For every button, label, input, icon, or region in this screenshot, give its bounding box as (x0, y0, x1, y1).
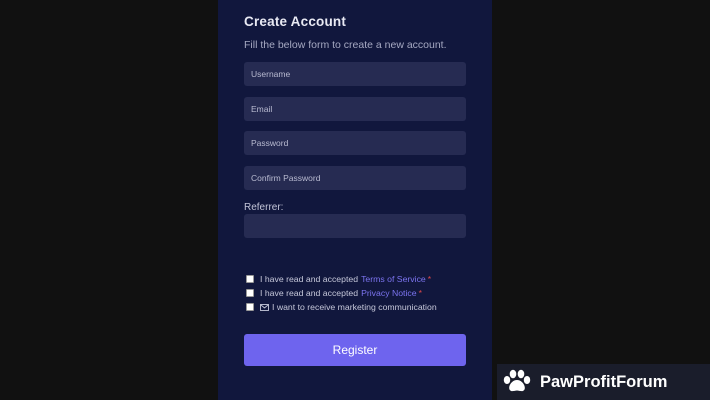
marketing-row: I want to receive marketing communicatio… (246, 301, 437, 313)
form-title: Create Account (244, 14, 347, 29)
privacy-notice-link[interactable]: Privacy Notice (361, 288, 417, 298)
privacy-row: I have read and accepted Privacy Notice … (246, 287, 422, 299)
terms-of-service-link[interactable]: Terms of Service (361, 274, 426, 284)
watermark-name: PawProfitForum (540, 372, 668, 391)
terms-text: I have read and accepted (260, 274, 359, 284)
paw-icon (502, 369, 532, 395)
register-button[interactable]: Register (244, 334, 466, 366)
privacy-checkbox[interactable] (246, 289, 254, 297)
referrer-label: Referrer: (244, 202, 284, 213)
mail-icon (260, 303, 269, 311)
terms-checkbox[interactable] (246, 275, 254, 283)
email-input[interactable] (244, 97, 466, 121)
username-input[interactable] (244, 62, 466, 86)
confirm-password-input[interactable] (244, 166, 466, 190)
privacy-text: I have read and accepted (260, 288, 359, 298)
referrer-input[interactable] (244, 214, 466, 238)
form-subtitle: Fill the below form to create a new acco… (244, 39, 447, 51)
terms-row: I have read and accepted Terms of Servic… (246, 273, 431, 285)
watermark: PawProfitForum (497, 364, 710, 400)
privacy-required-mark: * (418, 288, 422, 298)
terms-required-mark: * (427, 274, 432, 284)
page: Create Account Fill the below form to cr… (0, 0, 710, 400)
register-panel: Create Account Fill the below form to cr… (218, 0, 492, 400)
password-input[interactable] (244, 131, 466, 155)
marketing-checkbox[interactable] (246, 303, 254, 311)
marketing-text: I want to receive marketing communicatio… (272, 302, 437, 312)
